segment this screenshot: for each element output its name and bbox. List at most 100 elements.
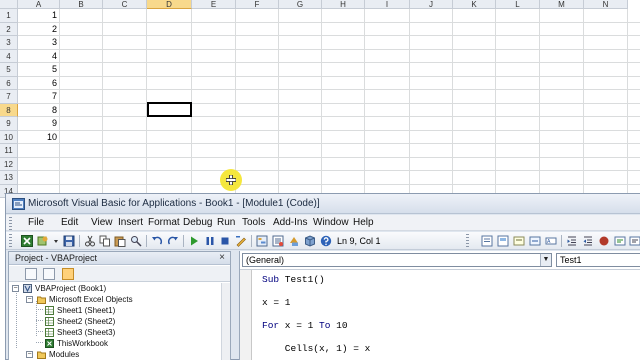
menu-view[interactable]: View xyxy=(91,217,113,229)
row-header-4[interactable]: 4 xyxy=(0,49,18,63)
tree-item-sheet3[interactable]: Sheet3 (Sheet3) xyxy=(45,327,215,338)
column-header-b[interactable]: B xyxy=(60,0,103,9)
column-header-j[interactable]: J xyxy=(410,0,453,9)
tree-item-vbaproject[interactable]: − VBAProject (Book1) xyxy=(12,283,212,294)
edit-toolbar-grip[interactable] xyxy=(466,234,469,248)
collapse-icon[interactable]: − xyxy=(26,351,33,358)
properties-icon[interactable] xyxy=(272,235,284,247)
cell-a2[interactable]: 2 xyxy=(18,23,60,37)
view-code-button[interactable] xyxy=(25,268,37,280)
close-icon[interactable]: × xyxy=(217,253,227,263)
cut-icon[interactable] xyxy=(84,235,96,247)
tree-item-sheet2[interactable]: Sheet2 (Sheet2) xyxy=(45,316,215,327)
undo-icon[interactable] xyxy=(151,235,163,247)
cell-a7[interactable]: 7 xyxy=(18,90,60,104)
column-header-l[interactable]: L xyxy=(496,0,540,9)
tree-item-thisworkbook[interactable]: ThisWorkbook xyxy=(45,338,215,349)
cell-a3[interactable]: 3 xyxy=(18,36,60,50)
break-icon[interactable] xyxy=(204,235,216,247)
dropdown-arrow-icon[interactable]: ▼ xyxy=(540,254,551,266)
menu-help[interactable]: Help xyxy=(353,217,374,229)
indent-icon[interactable] xyxy=(566,235,578,247)
column-header-d[interactable]: D xyxy=(147,0,192,9)
collapse-icon[interactable]: − xyxy=(12,285,19,292)
row-header-7[interactable]: 7 xyxy=(0,90,18,104)
column-header-f[interactable]: F xyxy=(236,0,279,9)
toolbox-icon[interactable] xyxy=(304,235,316,247)
row-header-1[interactable]: 1 xyxy=(0,9,18,23)
toggle-breakpoint-icon[interactable] xyxy=(598,235,610,247)
cell-a10[interactable]: 10 xyxy=(18,131,60,145)
cell-a9[interactable]: 9 xyxy=(18,117,60,131)
toolbar-grip[interactable] xyxy=(9,234,12,248)
column-header-g[interactable]: G xyxy=(279,0,322,9)
design-mode-icon[interactable] xyxy=(235,235,247,247)
list-properties-icon[interactable] xyxy=(481,235,493,247)
list-constants-icon[interactable] xyxy=(497,235,509,247)
tree-item-modules[interactable]: − Modules xyxy=(26,349,216,360)
active-cell-d8[interactable] xyxy=(147,102,192,117)
menu-edit[interactable]: Edit xyxy=(61,217,78,229)
column-header-m[interactable]: M xyxy=(540,0,584,9)
menu-grip[interactable] xyxy=(9,217,12,231)
procedure-combo[interactable]: Test1 xyxy=(556,253,640,267)
code-editor[interactable]: Sub Test1() x = 1 For x = 1 To 10 Cells(… xyxy=(240,269,640,360)
comment-block-icon[interactable] xyxy=(614,235,626,247)
row-header-2[interactable]: 2 xyxy=(0,22,18,36)
collapse-icon[interactable]: − xyxy=(26,296,33,303)
complete-word-icon[interactable]: A xyxy=(545,235,557,247)
tree-item-sheet1[interactable]: Sheet1 (Sheet1) xyxy=(45,305,215,316)
cell-a6[interactable]: 6 xyxy=(18,77,60,91)
column-header-c[interactable]: C xyxy=(103,0,147,9)
row-header-8[interactable]: 8 xyxy=(0,103,18,117)
parameter-info-icon[interactable] xyxy=(529,235,541,247)
project-tree-scrollbar[interactable] xyxy=(221,283,230,360)
column-header-n[interactable]: N xyxy=(584,0,628,9)
column-header-i[interactable]: I xyxy=(365,0,410,9)
menu-debug[interactable]: Debug xyxy=(183,217,212,229)
toggle-folders-button[interactable] xyxy=(62,268,74,280)
menu-file[interactable]: File xyxy=(28,217,44,229)
cell-a1[interactable]: 1 xyxy=(18,9,60,23)
menu-insert[interactable]: Insert xyxy=(118,217,143,229)
code-margin-indicator-bar[interactable] xyxy=(240,270,252,360)
object-combo[interactable]: (General) ▼ xyxy=(242,253,552,267)
column-header-a[interactable]: A xyxy=(18,0,60,9)
redo-icon[interactable] xyxy=(167,235,179,247)
column-header-k[interactable]: K xyxy=(453,0,496,9)
row-header-10[interactable]: 10 xyxy=(0,130,18,144)
column-header-e[interactable]: E xyxy=(192,0,236,9)
menu-tools[interactable]: Tools xyxy=(242,217,265,229)
uncomment-block-icon[interactable] xyxy=(629,235,640,247)
vba-title-bar[interactable]: Microsoft Visual Basic for Applications … xyxy=(6,194,640,214)
row-header-13[interactable]: 13 xyxy=(0,171,18,185)
project-explorer-title-bar[interactable]: Project - VBAProject × xyxy=(9,252,230,265)
tree-item-excel-objects[interactable]: − Microsoft Excel Objects xyxy=(26,294,216,305)
insert-module-icon[interactable] xyxy=(37,235,49,247)
cell-a8[interactable]: 8 xyxy=(18,104,60,118)
column-header-h[interactable]: H xyxy=(322,0,365,9)
run-icon[interactable] xyxy=(188,235,200,247)
cell-a5[interactable]: 5 xyxy=(18,63,60,77)
row-header-12[interactable]: 12 xyxy=(0,157,18,171)
menu-add-ins[interactable]: Add-Ins xyxy=(273,217,307,229)
project-explorer-icon[interactable] xyxy=(256,235,268,247)
menu-window[interactable]: Window xyxy=(313,217,349,229)
cell-a4[interactable]: 4 xyxy=(18,50,60,64)
save-icon[interactable] xyxy=(63,235,75,247)
menu-format[interactable]: Format xyxy=(148,217,180,229)
row-header-5[interactable]: 5 xyxy=(0,63,18,77)
excel-icon[interactable] xyxy=(21,235,33,247)
row-header-3[interactable]: 3 xyxy=(0,36,18,50)
copy-icon[interactable] xyxy=(99,235,111,247)
help-icon[interactable] xyxy=(320,235,332,247)
insert-dropdown-icon[interactable] xyxy=(53,235,59,247)
paste-icon[interactable] xyxy=(114,235,126,247)
select-all-corner[interactable] xyxy=(0,0,18,9)
object-browser-icon[interactable] xyxy=(288,235,300,247)
row-header-6[interactable]: 6 xyxy=(0,76,18,90)
quick-info-icon[interactable] xyxy=(513,235,525,247)
find-icon[interactable] xyxy=(130,235,142,247)
view-object-button[interactable] xyxy=(43,268,55,280)
menu-run[interactable]: Run xyxy=(217,217,235,229)
